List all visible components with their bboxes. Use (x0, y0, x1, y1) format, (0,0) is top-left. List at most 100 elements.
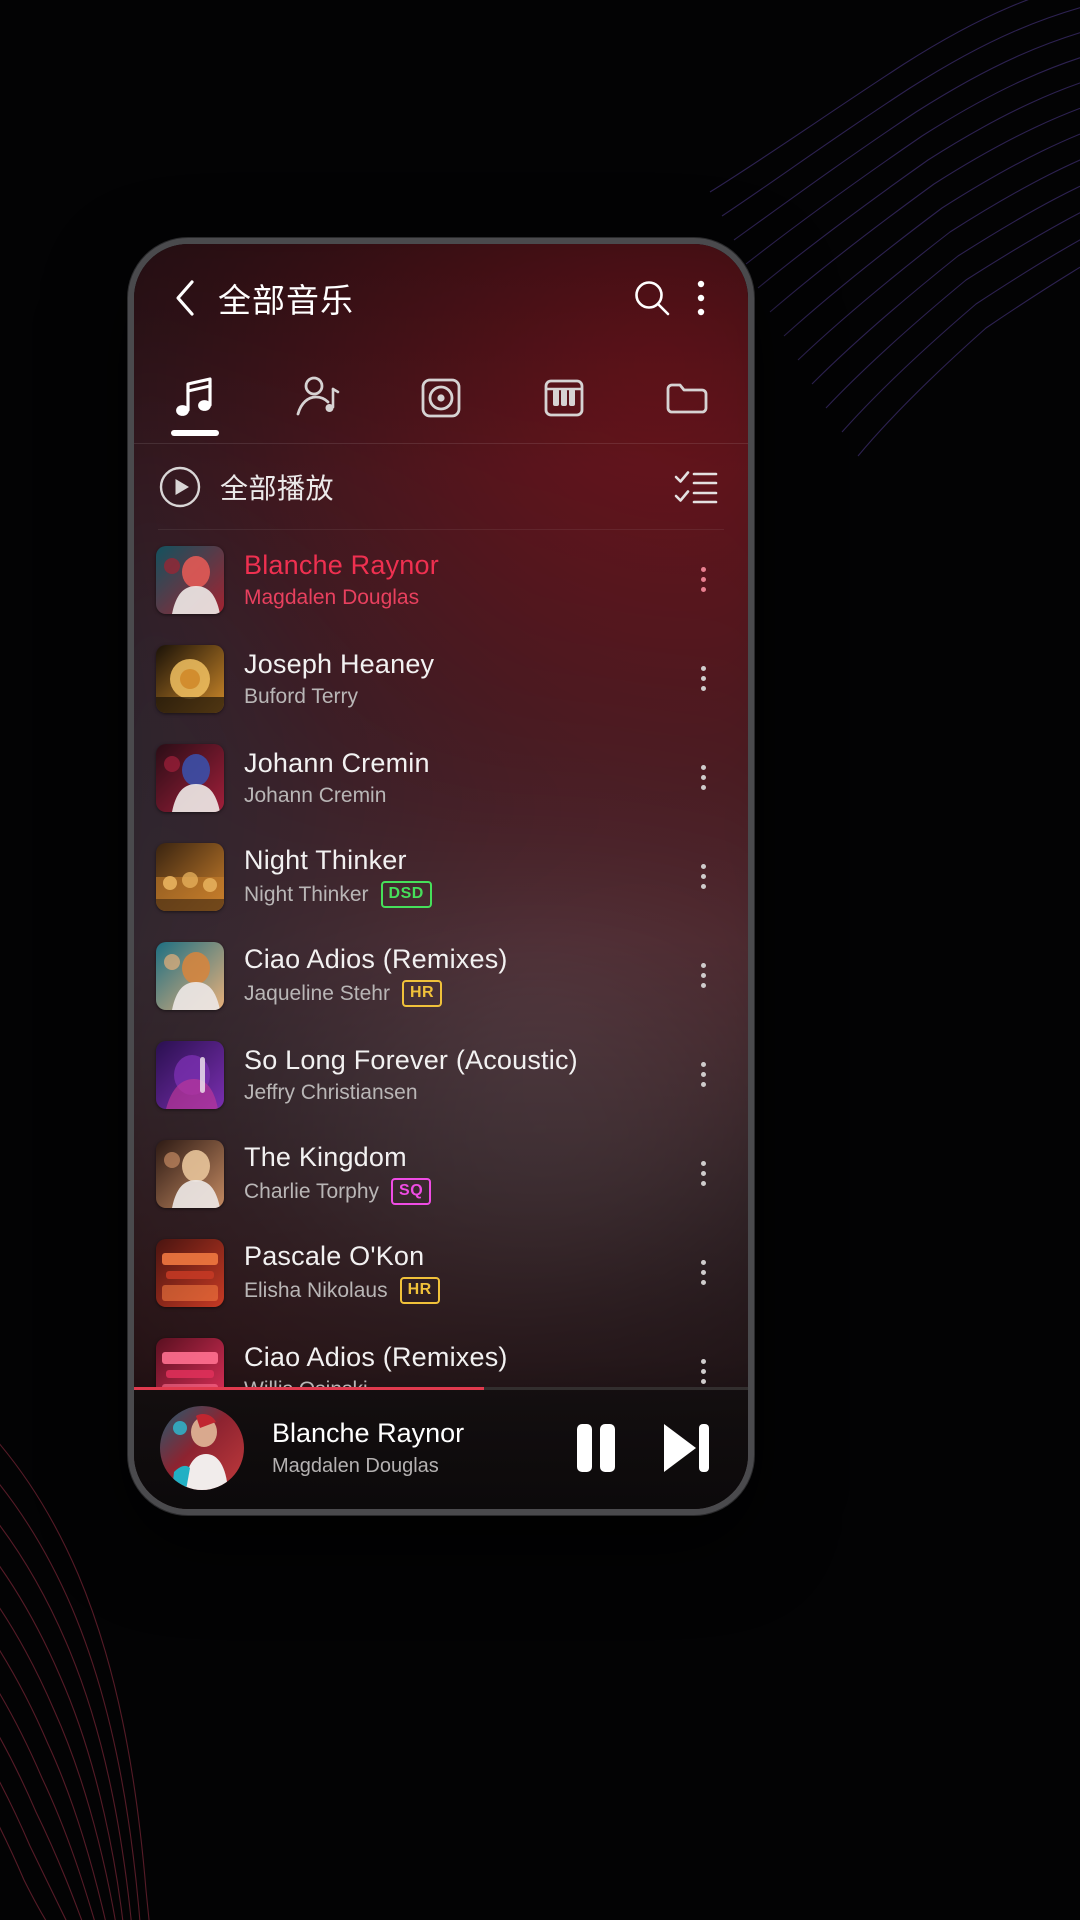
album-art-thumbnail (156, 1337, 224, 1387)
song-title: Night Thinker (244, 845, 407, 875)
song-artist: Johann Cremin (244, 783, 387, 807)
song-list[interactable]: Blanche Raynor Magdalen Douglas Joseph He… (134, 530, 748, 1387)
multi-select-list-icon (674, 471, 718, 504)
song-text-block: So Long Forever (Acoustic) Jeffry Christi… (244, 1045, 680, 1105)
quality-badge-sq: SQ (391, 1178, 432, 1205)
song-title: Johann Cremin (244, 747, 430, 778)
song-text-block: Blanche Raynor Magdalen Douglas (244, 550, 680, 610)
page-title: 全部音乐 (218, 282, 354, 319)
song-row[interactable]: Night Thinker Night Thinker DSD (134, 827, 748, 926)
album-art-thumbnail (156, 842, 224, 911)
now-playing-artwork[interactable] (160, 1406, 244, 1490)
progress-fill (134, 1387, 484, 1390)
overflow-menu-icon (697, 280, 705, 316)
quality-badge-dsd: DSD (380, 881, 432, 908)
song-artist-row: Willis Osinski (244, 1378, 680, 1388)
chevron-left-icon (176, 280, 194, 316)
song-artist-row: Johann Cremin (244, 784, 680, 808)
song-text-block: Night Thinker Night Thinker DSD (244, 845, 680, 908)
song-overflow-menu-button[interactable] (680, 567, 726, 592)
song-artist: Magdalen Douglas (244, 585, 420, 609)
tab-songs[interactable] (134, 352, 257, 444)
song-artist: Night Thinker (244, 882, 369, 906)
song-title: Joseph Heaney (244, 648, 435, 679)
song-title: Blanche Raynor (244, 549, 439, 580)
overflow-menu-icon (700, 1062, 706, 1087)
active-tab-indicator (171, 430, 220, 436)
phone-device-frame: 全部音乐 全部播放 Blanche Raynor Magdalen Dougla… (128, 238, 754, 1515)
pause-icon (577, 1424, 615, 1472)
song-artist-row: Magdalen Douglas (244, 586, 680, 610)
overflow-menu-icon (700, 666, 706, 691)
song-text-block: Joseph Heaney Buford Terry (244, 649, 680, 709)
quality-badge-hr: HR (399, 1277, 440, 1304)
tab-artists[interactable] (257, 352, 380, 444)
song-text-block: Johann Cremin Johann Cremin (244, 748, 680, 808)
next-track-button[interactable] (658, 1419, 714, 1477)
category-tab-bar (134, 352, 748, 444)
overflow-menu-button[interactable] (680, 270, 722, 326)
play-circle-icon (159, 466, 201, 508)
tab-genres[interactable] (502, 352, 625, 444)
now-playing-bar[interactable]: Blanche Raynor Magdalen Douglas (134, 1387, 748, 1509)
back-button[interactable] (162, 275, 208, 321)
song-artist-row: Charlie Torphy SQ (244, 1178, 680, 1205)
song-overflow-menu-button[interactable] (680, 963, 726, 988)
song-row[interactable]: Joseph Heaney Buford Terry (134, 629, 748, 728)
folder-icon (661, 372, 713, 424)
album-art-thumbnail (156, 743, 224, 812)
song-text-block: Ciao Adios (Remixes) Jaqueline Stehr HR (244, 944, 680, 1007)
song-artist: Willis Osinski (244, 1378, 368, 1388)
multi-select-button[interactable] (670, 461, 722, 513)
song-row[interactable]: Johann Cremin Johann Cremin (134, 728, 748, 827)
piano-keys-icon (538, 372, 590, 424)
song-overflow-menu-button[interactable] (680, 864, 726, 889)
music-note-icon (169, 372, 221, 424)
album-art-thumbnail (156, 1139, 224, 1208)
search-button[interactable] (624, 270, 680, 326)
play-all-button[interactable]: 全部播放 (158, 465, 334, 509)
song-title: The Kingdom (244, 1142, 407, 1172)
song-overflow-menu-button[interactable] (680, 1359, 726, 1384)
song-text-block: Ciao Adios (Remixes) Willis Osinski (244, 1342, 680, 1388)
song-text-block: Pascale O'Kon Elisha Nikolaus HR (244, 1241, 680, 1304)
song-artist: Buford Terry (244, 684, 358, 708)
album-art-thumbnail (156, 941, 224, 1010)
song-row[interactable]: Blanche Raynor Magdalen Douglas (134, 530, 748, 629)
song-overflow-menu-button[interactable] (680, 666, 726, 691)
album-art-thumbnail (156, 545, 224, 614)
overflow-menu-icon (700, 1260, 706, 1285)
song-overflow-menu-button[interactable] (680, 1062, 726, 1087)
song-title: Pascale O'Kon (244, 1241, 425, 1271)
song-overflow-menu-button[interactable] (680, 765, 726, 790)
progress-track[interactable] (134, 1387, 748, 1390)
tab-albums[interactable] (380, 352, 503, 444)
overflow-menu-icon (700, 1359, 706, 1384)
song-artist: Jaqueline Stehr (244, 981, 390, 1005)
song-overflow-menu-button[interactable] (680, 1260, 726, 1285)
skip-next-icon (664, 1424, 709, 1472)
song-artist-row: Night Thinker DSD (244, 881, 680, 908)
song-row[interactable]: So Long Forever (Acoustic) Jeffry Christi… (134, 1025, 748, 1124)
play-all-bar: 全部播放 (134, 444, 748, 530)
song-row[interactable]: Pascale O'Kon Elisha Nikolaus HR (134, 1223, 748, 1322)
song-text-block: The Kingdom Charlie Torphy SQ (244, 1142, 680, 1205)
song-row[interactable]: The Kingdom Charlie Torphy SQ (134, 1124, 748, 1223)
tab-folders[interactable] (625, 352, 748, 444)
now-playing-artist: Magdalen Douglas (272, 1455, 439, 1477)
song-row[interactable]: Ciao Adios (Remixes) Jaqueline Stehr HR (134, 926, 748, 1025)
pause-button[interactable] (570, 1419, 622, 1477)
album-art-thumbnail (156, 1040, 224, 1109)
album-art-thumbnail (156, 644, 224, 713)
album-disc-icon (415, 372, 467, 424)
overflow-menu-icon (700, 567, 706, 592)
song-overflow-menu-button[interactable] (680, 1161, 726, 1186)
search-icon (635, 281, 670, 316)
album-art-thumbnail (156, 1238, 224, 1307)
overflow-menu-icon (700, 963, 706, 988)
artist-icon (292, 372, 344, 424)
song-row[interactable]: Ciao Adios (Remixes) Willis Osinski (134, 1322, 748, 1387)
overflow-menu-icon (700, 1161, 706, 1186)
song-artist: Jeffry Christiansen (244, 1080, 418, 1104)
app-header: 全部音乐 (134, 244, 748, 352)
